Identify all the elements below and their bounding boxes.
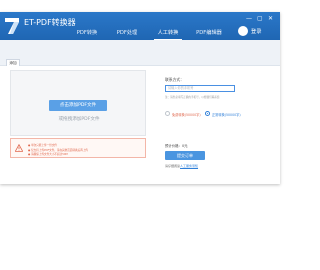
user-avatar-icon[interactable]	[238, 26, 248, 36]
submit-order-button[interactable]: 提交订单	[165, 151, 205, 160]
free-convert-label[interactable]: 免费转换(50000字)	[172, 112, 201, 117]
minimize-button[interactable]: —	[246, 16, 252, 22]
service-terms-link[interactable]: 人工服务须知	[180, 164, 198, 168]
app-logo-icon	[5, 18, 19, 34]
upload-notice: ● 单次只能上传一份文件 ● 仅支持上传PDF文件，请在其他页面转换后再上传 ●…	[10, 138, 146, 158]
notice-line: ● 单次只能上传一份文件	[28, 144, 58, 147]
drag-hint: 或拖拽添加PDF文件	[58, 117, 100, 122]
tab-pdf-process[interactable]: PDF处理	[110, 27, 144, 40]
tab-manual-convert[interactable]: 人工转换	[154, 27, 182, 40]
upload-area[interactable]: 点击添加PDF文件 或拖拽添加PDF文件	[10, 70, 146, 136]
sub-toolbar: 添加	[0, 40, 280, 66]
price-label: 预计价格：0元	[165, 144, 188, 148]
free-convert-radio[interactable]	[165, 111, 170, 116]
contact-label: 联系方式：	[165, 77, 184, 82]
add-pdf-button[interactable]: 点击添加PDF文件	[49, 100, 107, 111]
notice-line: ● 仅支持上传PDF文件，请在其他页面转换后再上传	[28, 148, 89, 152]
subtab-add[interactable]: 添加	[6, 59, 20, 66]
warning-icon	[15, 144, 23, 152]
login-label[interactable]: 登录	[251, 28, 261, 35]
tab-pdf-editor[interactable]: PDF编辑器	[192, 27, 226, 40]
notice-line: ● 请确保上传文件大小不超过50M	[28, 153, 68, 156]
normal-convert-radio[interactable]	[205, 111, 210, 116]
contact-input[interactable]: 请输入你的手机号	[165, 85, 235, 92]
title-bar: ET-PDF转换器 PDF转换 PDF处理 人工转换 PDF编辑器 — ▢ ✕ …	[0, 12, 280, 40]
maximize-button[interactable]: ▢	[257, 16, 263, 22]
app-window: ET-PDF转换器 PDF转换 PDF处理 人工转换 PDF编辑器 — ▢ ✕ …	[0, 12, 280, 184]
app-title: ET-PDF转换器	[24, 18, 76, 27]
close-button[interactable]: ✕	[268, 16, 273, 22]
service-notice: 请仔细阅读人工服务须知	[165, 164, 198, 168]
service-prefix: 请仔细阅读	[165, 164, 181, 168]
tab-pdf-convert[interactable]: PDF转换	[70, 27, 104, 40]
normal-convert-label[interactable]: 正常转换(50000字)	[212, 112, 241, 117]
contact-hint: 注：请务必填写正确的手机号，以便我们联系您	[165, 96, 220, 99]
